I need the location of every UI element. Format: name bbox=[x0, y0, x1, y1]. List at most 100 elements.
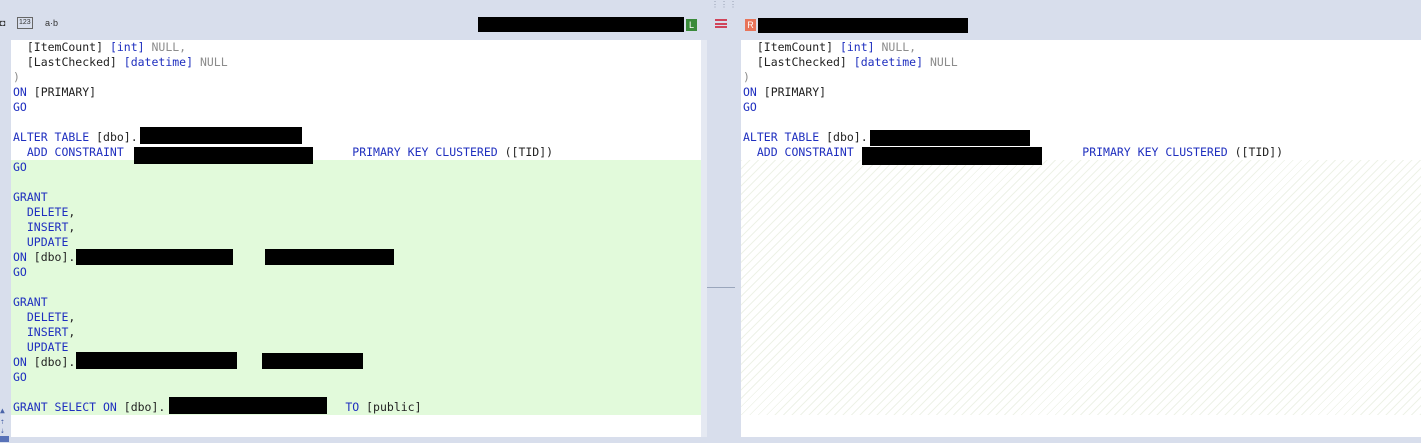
code-token: , bbox=[68, 220, 76, 234]
code-token: ) bbox=[743, 70, 750, 84]
code-token: GRANT bbox=[13, 190, 48, 204]
code-token: UPDATE bbox=[13, 235, 69, 249]
right-pane-bottom bbox=[741, 437, 1421, 443]
word-wrap-button[interactable]: a·b bbox=[45, 16, 58, 30]
code-token: GO bbox=[13, 160, 27, 174]
code-token: [int] bbox=[109, 40, 145, 54]
diff-connector-area bbox=[701, 40, 741, 443]
code-token: NULL bbox=[923, 55, 958, 69]
code-token: DELETE bbox=[13, 205, 69, 219]
code-token: ON bbox=[13, 355, 27, 369]
code-token: UPDATE bbox=[13, 340, 69, 354]
code-token: GO bbox=[13, 370, 27, 384]
code-token: [datetime] bbox=[123, 55, 194, 69]
code-token: ([TID]) bbox=[1227, 145, 1284, 159]
compare-toolbar: ◘ 123 a·b ⋮⋮⋮ L R bbox=[0, 0, 1421, 40]
left-gutter: ▲ ⇡ ⇣ bbox=[0, 40, 11, 443]
code-token: TO bbox=[345, 400, 360, 414]
code-token: GO bbox=[13, 100, 27, 114]
code-line: ) bbox=[743, 70, 1283, 85]
code-token: , bbox=[68, 205, 76, 219]
code-line: GO bbox=[743, 100, 1283, 115]
code-line: GRANT bbox=[13, 190, 553, 205]
code-token: PRIMARY KEY CLUSTERED bbox=[1082, 145, 1228, 159]
left-editor-pane[interactable]: [ItemCount] [int] NULL, [LastChecked] [d… bbox=[11, 40, 701, 437]
code-token: [ItemCount] bbox=[743, 40, 840, 54]
code-token: ALTER TABLE bbox=[13, 130, 90, 144]
code-token: GRANT bbox=[13, 295, 48, 309]
code-token: INSERT bbox=[13, 325, 69, 339]
code-token: NULL bbox=[193, 55, 228, 69]
code-token: [ItemCount] bbox=[13, 40, 110, 54]
code-token: ) bbox=[13, 70, 20, 84]
code-line: INSERT, bbox=[13, 220, 553, 235]
redacted-object-name bbox=[169, 397, 327, 414]
code-token: [int] bbox=[839, 40, 875, 54]
code-token: ADD CONSTRAINT bbox=[13, 145, 124, 159]
code-line: [LastChecked] [datetime] NULL bbox=[743, 55, 1283, 70]
scroll-thumb[interactable] bbox=[0, 436, 9, 442]
code-line: [ItemCount] [int] NULL, bbox=[13, 40, 553, 55]
code-line: GRANT bbox=[13, 295, 553, 310]
code-line: INSERT, bbox=[13, 325, 553, 340]
redacted-constraint-name bbox=[862, 147, 1042, 165]
right-editor-pane[interactable]: [ItemCount] [int] NULL, [LastChecked] [d… bbox=[741, 40, 1421, 437]
code-token: ON bbox=[743, 85, 757, 99]
code-token: ON bbox=[13, 85, 27, 99]
code-token: , bbox=[68, 310, 76, 324]
redacted-grantee-name bbox=[262, 353, 363, 369]
code-token: ([TID]) bbox=[497, 145, 554, 159]
code-token: PRIMARY KEY CLUSTERED bbox=[352, 145, 498, 159]
scroll-up-icon[interactable]: ▲ bbox=[0, 406, 9, 415]
left-pane-bottom bbox=[11, 437, 701, 443]
redacted-constraint-name bbox=[134, 147, 313, 164]
code-line: DELETE, bbox=[13, 310, 553, 325]
splitter-grip-icon[interactable]: ⋮⋮⋮ bbox=[711, 1, 737, 9]
code-token: [LastChecked] bbox=[743, 55, 854, 69]
redacted-object-name bbox=[76, 249, 233, 265]
code-token: [dbo]. bbox=[26, 355, 76, 369]
code-token: GO bbox=[743, 100, 757, 114]
code-token: [public] bbox=[359, 400, 422, 414]
code-token: GO bbox=[13, 265, 27, 279]
code-line: GO bbox=[13, 100, 553, 115]
code-line: GO bbox=[13, 265, 553, 280]
code-token: NULL, bbox=[874, 40, 917, 54]
code-line: ) bbox=[13, 70, 553, 85]
code-token: NULL, bbox=[144, 40, 187, 54]
code-token: , bbox=[68, 325, 76, 339]
code-line: [ItemCount] [int] NULL, bbox=[743, 40, 1283, 55]
code-token: GRANT SELECT ON bbox=[13, 400, 117, 414]
code-line: GO bbox=[13, 370, 553, 385]
code-line: DELETE, bbox=[13, 205, 553, 220]
code-token: [datetime] bbox=[853, 55, 924, 69]
code-token: DELETE bbox=[13, 310, 69, 324]
next-diff-icon[interactable]: ⇣ bbox=[0, 426, 9, 435]
code-line: [LastChecked] [datetime] NULL bbox=[13, 55, 553, 70]
code-token: ON bbox=[13, 250, 27, 264]
code-line: ON [PRIMARY] bbox=[13, 85, 553, 100]
right-side-badge: R bbox=[745, 19, 756, 31]
left-side-badge: L bbox=[686, 19, 697, 31]
redacted-grantee-name bbox=[265, 249, 394, 265]
left-file-name-redacted bbox=[478, 17, 684, 32]
code-token: ALTER TABLE bbox=[743, 130, 820, 144]
redacted-object-name bbox=[76, 352, 237, 369]
code-token: [LastChecked] bbox=[13, 55, 124, 69]
prev-diff-icon[interactable]: ⇡ bbox=[0, 417, 9, 426]
diff-list-icon[interactable] bbox=[715, 19, 727, 28]
code-token: ADD CONSTRAINT bbox=[743, 145, 854, 159]
code-token: INSERT bbox=[13, 220, 69, 234]
code-token: [dbo]. bbox=[89, 130, 138, 144]
code-token: [PRIMARY] bbox=[756, 85, 827, 99]
line-numbers-button[interactable]: 123 bbox=[17, 17, 33, 29]
code-line: ON [PRIMARY] bbox=[743, 85, 1283, 100]
redacted-table-name bbox=[140, 127, 302, 144]
code-token: [dbo]. bbox=[116, 400, 166, 414]
diff-connector-line bbox=[707, 287, 735, 288]
code-line: UPDATE bbox=[13, 235, 553, 250]
redacted-table-name bbox=[870, 130, 1030, 146]
